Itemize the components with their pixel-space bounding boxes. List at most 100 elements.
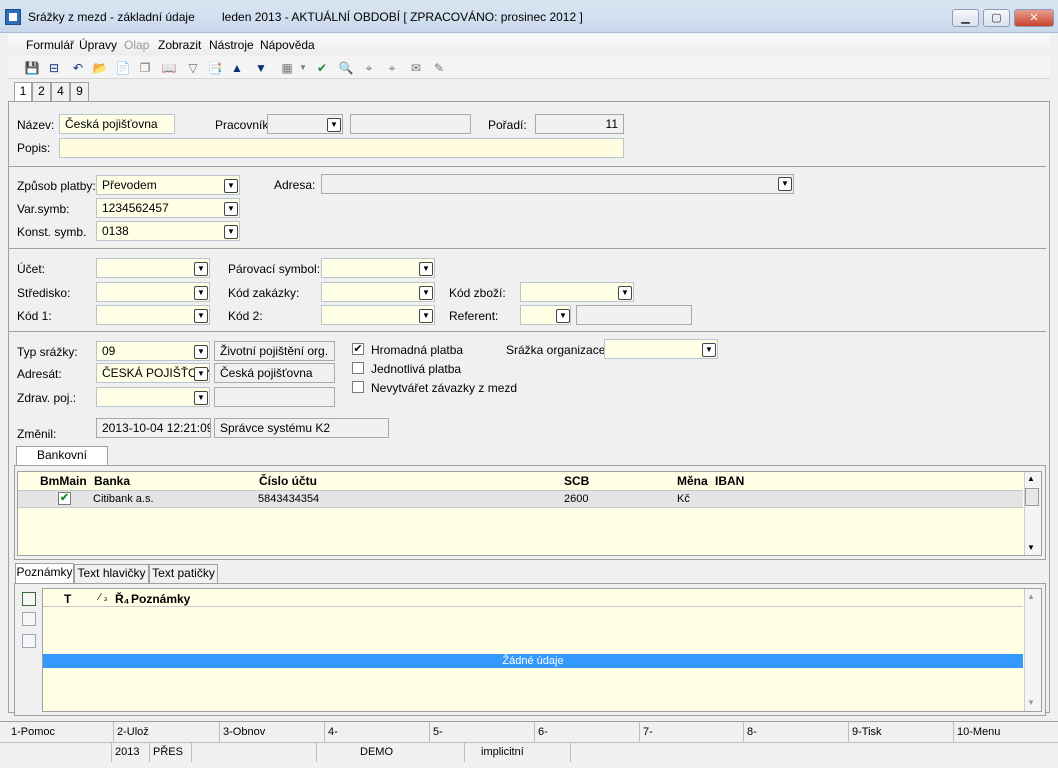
- col-mena[interactable]: Měna: [677, 474, 708, 488]
- ucet-field[interactable]: [96, 258, 210, 278]
- col-t[interactable]: T: [64, 592, 71, 606]
- fkey-2[interactable]: 2-Ulož: [114, 722, 220, 743]
- tab-9[interactable]: 9: [70, 82, 89, 101]
- tab-2[interactable]: 2: [32, 82, 51, 101]
- ucet-dropdown-icon[interactable]: ▼: [194, 262, 208, 276]
- kod2-dropdown-icon[interactable]: ▼: [419, 309, 433, 323]
- stredisko-dropdown-icon[interactable]: ▼: [194, 286, 208, 300]
- pracovnik-dropdown-icon[interactable]: ▼: [327, 118, 341, 132]
- col-cislo-uctu[interactable]: Číslo účtu: [259, 474, 317, 488]
- col-scb[interactable]: SCB: [564, 474, 589, 488]
- excel-icon[interactable]: ✔: [314, 60, 330, 76]
- hromadna-platba-checkbox[interactable]: ✔: [352, 343, 364, 355]
- mail-icon[interactable]: ✉: [408, 60, 424, 76]
- maximize-button[interactable]: ▢: [983, 9, 1010, 27]
- kod-zbozi-dropdown-icon[interactable]: ▼: [618, 286, 632, 300]
- tab-bankovni-spojeni[interactable]: Bankovní spojení: [16, 446, 108, 479]
- filter-icon[interactable]: ▽: [185, 60, 201, 76]
- arrow-down-icon[interactable]: ▼: [253, 60, 269, 76]
- menu-napoveda[interactable]: Nápověda: [260, 38, 315, 52]
- parovaci-dropdown-icon[interactable]: ▼: [419, 262, 433, 276]
- menu-nastroje[interactable]: Nástroje: [209, 38, 254, 52]
- fkey-3[interactable]: 3-Obnov: [220, 722, 325, 743]
- minimize-button[interactable]: ▁: [952, 9, 979, 27]
- bmmain-checkbox[interactable]: ✔: [58, 492, 71, 505]
- binoculars-icon[interactable]: 🔍: [338, 60, 354, 76]
- fkey-1[interactable]: 1-Pomoc: [8, 722, 114, 743]
- col-bmmain[interactable]: BmMain: [40, 474, 87, 488]
- nevytvaret-zavazky-checkbox[interactable]: [352, 381, 364, 393]
- delete-note-icon[interactable]: [22, 634, 36, 648]
- typ-srazky-dropdown-icon[interactable]: ▼: [194, 345, 208, 359]
- filter-doc-icon[interactable]: 📑: [207, 60, 223, 76]
- col-r[interactable]: Ř₄: [115, 592, 129, 606]
- col-iban[interactable]: IBAN: [715, 474, 744, 488]
- zdrav-poj-dropdown-icon[interactable]: ▼: [194, 391, 208, 405]
- fkey-6[interactable]: 6-: [535, 722, 640, 743]
- fkey-9[interactable]: 9-Tisk: [849, 722, 954, 743]
- add-note-icon[interactable]: [22, 592, 36, 606]
- save-icon[interactable]: 💾: [24, 60, 40, 76]
- table-row[interactable]: [18, 490, 1023, 508]
- adresat-dropdown-icon[interactable]: ▼: [194, 367, 208, 381]
- find-replace-icon[interactable]: ⌖: [384, 60, 400, 76]
- new-record-icon[interactable]: ▦: [279, 60, 295, 76]
- scroll-thumb[interactable]: [1025, 488, 1039, 506]
- kod2-field[interactable]: [321, 305, 435, 325]
- jednotliva-platba-checkbox[interactable]: [352, 362, 364, 374]
- menu-formular[interactable]: Formulář: [26, 38, 74, 52]
- stredisko-field[interactable]: [96, 282, 210, 302]
- copy-icon[interactable]: ❐: [137, 60, 153, 76]
- srazka-organizace-field[interactable]: [604, 339, 718, 359]
- col-banka[interactable]: Banka: [94, 474, 130, 488]
- notes-scrollbar[interactable]: [1024, 589, 1041, 711]
- popis-field[interactable]: [59, 138, 624, 158]
- adresa-dropdown-icon[interactable]: ▼: [778, 177, 792, 191]
- kod1-dropdown-icon[interactable]: ▼: [194, 309, 208, 323]
- undo-icon[interactable]: ↶: [70, 60, 86, 76]
- dropdown-arrow-icon[interactable]: ▼: [295, 60, 311, 76]
- kod-zbozi-field[interactable]: [520, 282, 634, 302]
- tab-poznamky[interactable]: Poznámky: [15, 563, 74, 583]
- save-close-icon[interactable]: ⊟: [46, 60, 62, 76]
- find-next-icon[interactable]: ⌖: [361, 60, 377, 76]
- adresat-field[interactable]: ČESKÁ POJIŠŤOVNA: [96, 363, 210, 383]
- fkey-4[interactable]: 4-: [325, 722, 430, 743]
- edit-note-icon[interactable]: [22, 612, 36, 626]
- kod1-field[interactable]: [96, 305, 210, 325]
- kod-zakazky-field[interactable]: [321, 282, 435, 302]
- adresa-field[interactable]: [321, 174, 794, 194]
- tab-text-paticky[interactable]: Text patičky: [149, 564, 218, 583]
- col-poznamky[interactable]: Poznámky: [131, 592, 190, 606]
- zdrav-poj-field[interactable]: [96, 387, 210, 407]
- edit-doc-icon[interactable]: ✎: [431, 60, 447, 76]
- referent-dropdown-icon[interactable]: ▼: [556, 309, 570, 323]
- zpusob-platby-field[interactable]: Převodem: [96, 175, 240, 195]
- tab-1[interactable]: 1: [14, 82, 32, 102]
- menu-upravy[interactable]: Úpravy: [79, 38, 117, 52]
- scroll-up-icon[interactable]: ▲: [1027, 592, 1035, 601]
- kod-zakazky-dropdown-icon[interactable]: ▼: [419, 286, 433, 300]
- menu-zobrazit[interactable]: Zobrazit: [158, 38, 201, 52]
- fkey-10[interactable]: 10-Menu: [954, 722, 1050, 743]
- tab-4[interactable]: 4: [51, 82, 70, 101]
- fkey-8[interactable]: 8-: [744, 722, 849, 743]
- konst-symb-field[interactable]: 0138: [96, 221, 240, 241]
- col-order[interactable]: ⁄ ₃: [99, 592, 108, 603]
- close-button[interactable]: ✕: [1014, 9, 1054, 27]
- fkey-7[interactable]: 7-: [640, 722, 744, 743]
- open-folder-icon[interactable]: 📂: [92, 60, 108, 76]
- varsymb-dropdown-icon[interactable]: ▼: [224, 202, 238, 216]
- scroll-down-icon[interactable]: ▼: [1027, 698, 1035, 707]
- new-doc-icon[interactable]: 📄: [115, 60, 131, 76]
- varsymb-field[interactable]: 1234562457: [96, 198, 240, 218]
- zpusob-dropdown-icon[interactable]: ▼: [224, 179, 238, 193]
- konst-dropdown-icon[interactable]: ▼: [224, 225, 238, 239]
- scroll-up-icon[interactable]: ▲: [1027, 474, 1035, 483]
- fkey-5[interactable]: 5-: [430, 722, 535, 743]
- nazev-field[interactable]: Česká pojišťovna: [59, 114, 175, 134]
- typ-srazky-field[interactable]: 09: [96, 341, 210, 361]
- tab-text-hlavicky[interactable]: Text hlavičky: [74, 564, 149, 583]
- scroll-down-icon[interactable]: ▼: [1027, 543, 1035, 552]
- parovaci-symbol-field[interactable]: [321, 258, 435, 278]
